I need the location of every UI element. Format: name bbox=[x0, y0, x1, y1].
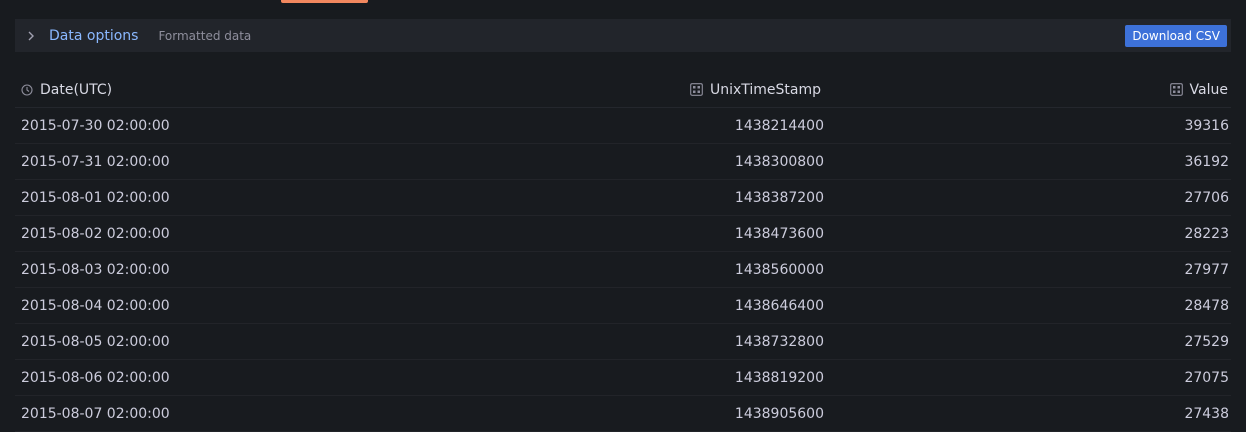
cell-value: 36192 bbox=[1184, 153, 1229, 170]
cell-value: 27075 bbox=[1184, 369, 1229, 386]
cell-unixtimestamp: 1438560000 bbox=[734, 261, 824, 278]
table-row[interactable]: 2015-08-06 02:00:00 1438819200 27075 bbox=[15, 360, 1231, 396]
column-header-unixtimestamp[interactable]: UnixTimeStamp bbox=[690, 82, 821, 98]
table-row[interactable]: 2015-07-30 02:00:00 1438214400 39316 bbox=[15, 108, 1231, 144]
cell-value: 27529 bbox=[1184, 333, 1229, 350]
cell-date: 2015-08-04 02:00:00 bbox=[21, 297, 170, 314]
chevron-right-icon[interactable] bbox=[26, 31, 36, 41]
cell-value: 27977 bbox=[1184, 261, 1229, 278]
calculator-icon bbox=[1169, 83, 1183, 96]
table-row[interactable]: 2015-07-31 02:00:00 1438300800 36192 bbox=[15, 144, 1231, 180]
cell-unixtimestamp: 1438300800 bbox=[734, 153, 824, 170]
column-header-value[interactable]: Value bbox=[1169, 81, 1228, 98]
cell-date: 2015-07-31 02:00:00 bbox=[21, 153, 170, 170]
clock-icon bbox=[21, 83, 33, 96]
download-csv-button[interactable]: Download CSV bbox=[1125, 25, 1227, 47]
data-options-subtitle: Formatted data bbox=[158, 28, 252, 43]
data-options-bar[interactable]: Data options Formatted data Download CSV bbox=[15, 19, 1231, 52]
table-header: Date(UTC) UnixTimeStamp Value bbox=[15, 72, 1231, 108]
table-row[interactable]: 2015-08-05 02:00:00 1438732800 27529 bbox=[15, 324, 1231, 360]
column-header-label: Date(UTC) bbox=[40, 81, 113, 98]
cell-unixtimestamp: 1438819200 bbox=[734, 369, 824, 386]
cell-unixtimestamp: 1438646400 bbox=[734, 297, 824, 314]
column-header-label: UnixTimeStamp bbox=[709, 81, 821, 98]
active-tab-indicator bbox=[281, 0, 368, 3]
calculator-icon bbox=[690, 83, 703, 96]
cell-unixtimestamp: 1438387200 bbox=[734, 189, 824, 206]
cell-value: 27706 bbox=[1184, 189, 1229, 206]
table-row[interactable]: 2015-08-02 02:00:00 1438473600 28223 bbox=[15, 216, 1231, 252]
cell-date: 2015-08-06 02:00:00 bbox=[21, 369, 170, 386]
cell-value: 28478 bbox=[1184, 297, 1229, 314]
table-row[interactable]: 2015-08-04 02:00:00 1438646400 28478 bbox=[15, 288, 1231, 324]
cell-unixtimestamp: 1438732800 bbox=[734, 333, 824, 350]
cell-unixtimestamp: 1438214400 bbox=[734, 117, 824, 134]
data-table: Date(UTC) UnixTimeStamp Value 2015-07-30… bbox=[15, 72, 1231, 432]
cell-date: 2015-07-30 02:00:00 bbox=[21, 117, 170, 134]
cell-date: 2015-08-03 02:00:00 bbox=[21, 261, 170, 278]
cell-unixtimestamp: 1438473600 bbox=[734, 225, 824, 242]
table-row[interactable]: 2015-08-07 02:00:00 1438905600 27438 bbox=[15, 396, 1231, 432]
data-options-title[interactable]: Data options bbox=[49, 28, 138, 44]
cell-date: 2015-08-01 02:00:00 bbox=[21, 189, 170, 206]
cell-date: 2015-08-02 02:00:00 bbox=[21, 225, 170, 242]
table-row[interactable]: 2015-08-03 02:00:00 1438560000 27977 bbox=[15, 252, 1231, 288]
column-header-label: Value bbox=[1189, 81, 1228, 98]
cell-date: 2015-08-05 02:00:00 bbox=[21, 333, 170, 350]
cell-value: 28223 bbox=[1184, 225, 1229, 242]
column-header-date[interactable]: Date(UTC) bbox=[21, 82, 112, 98]
cell-value: 39316 bbox=[1184, 117, 1229, 134]
table-row[interactable]: 2015-08-01 02:00:00 1438387200 27706 bbox=[15, 180, 1231, 216]
